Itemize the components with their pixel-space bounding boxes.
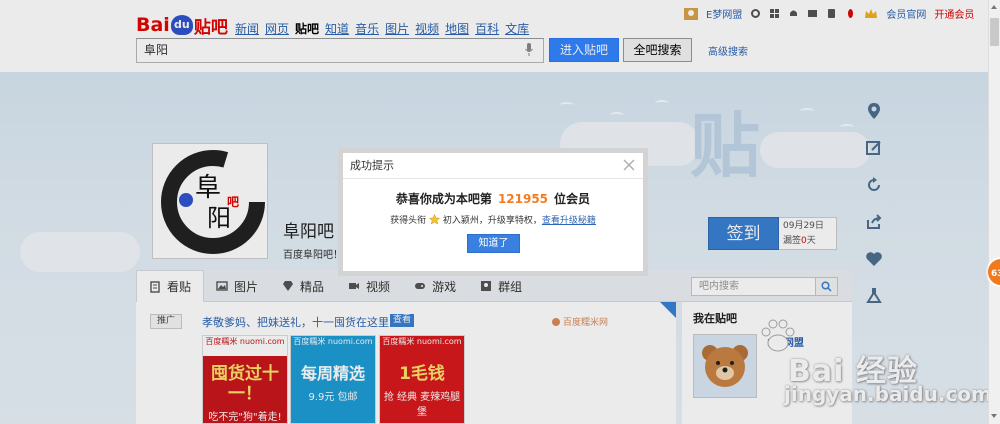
title-star-icon <box>428 214 440 225</box>
reward-title: 初入颍州 <box>442 216 479 226</box>
vertical-scrollbar[interactable] <box>988 0 1000 424</box>
dialog-headline: 恭喜你成为本吧第 121955 位会员 <box>343 190 643 207</box>
upgrade-tips-link[interactable]: 查看升级秘籍 <box>542 216 596 226</box>
reward-mid: ，升级享特权， <box>478 216 542 226</box>
scrollbar-thumb[interactable] <box>990 18 999 46</box>
headline-suffix: 位会员 <box>554 192 591 206</box>
dialog-title: 成功提示 <box>343 153 643 179</box>
close-icon[interactable] <box>623 159 635 171</box>
success-dialog: 成功提示 恭喜你成为本吧第 121955 位会员 获得头衔 初入颍州，升级享特权，查… <box>338 148 648 276</box>
dialog-reward-line: 获得头衔 初入颍州，升级享特权，查看升级秘籍 <box>343 213 643 226</box>
scroll-up-icon[interactable] <box>991 5 997 9</box>
headline-prefix: 恭喜你成为本吧第 <box>395 192 492 206</box>
reward-prefix: 获得头衔 <box>390 216 427 226</box>
scroll-down-icon[interactable] <box>991 414 997 418</box>
member-number: 121955 <box>497 192 549 206</box>
got-it-button[interactable]: 知道了 <box>467 234 520 253</box>
